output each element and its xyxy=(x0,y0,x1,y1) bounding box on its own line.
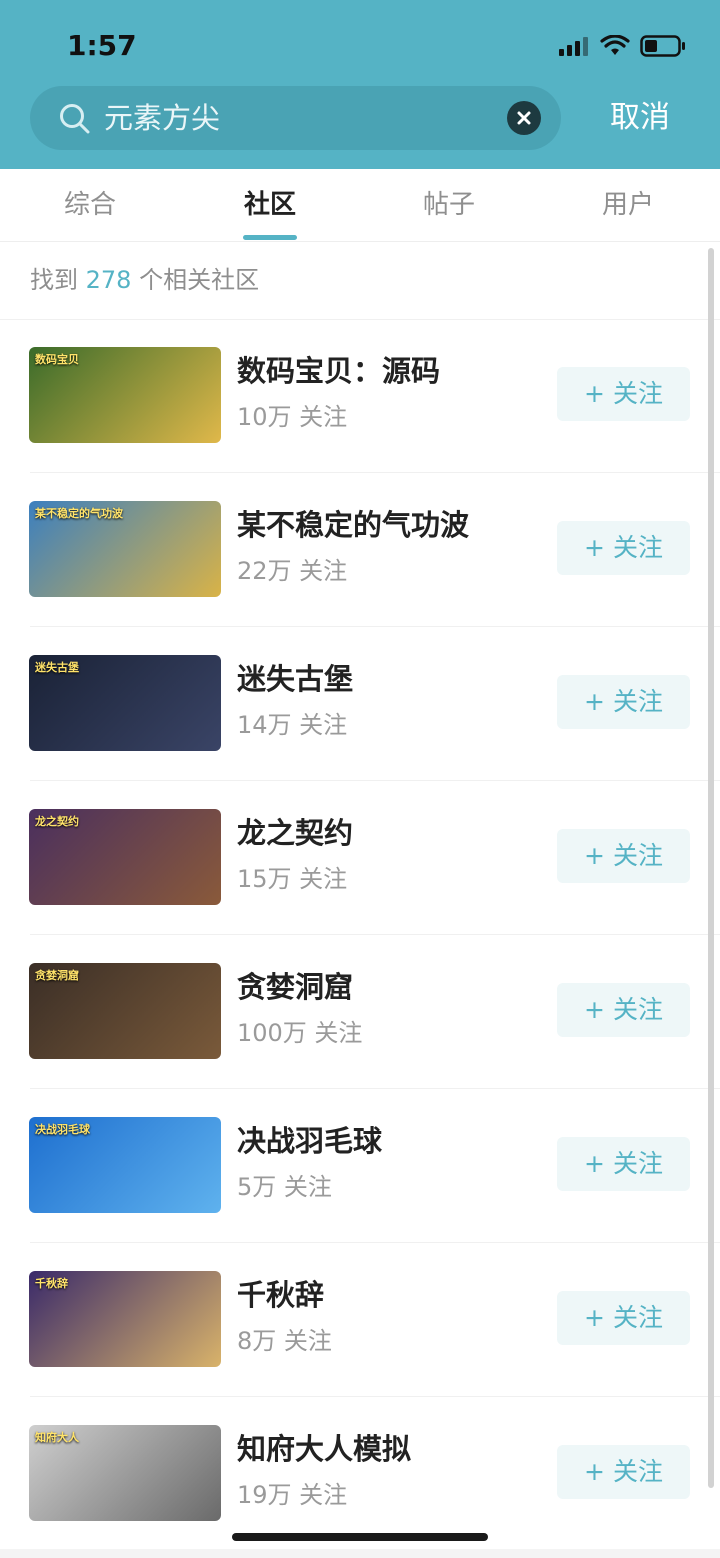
community-name[interactable]: 某不稳定的气功波 xyxy=(237,503,469,547)
follower-count: 8万 关注 xyxy=(237,1327,332,1355)
clear-icon[interactable] xyxy=(507,101,541,135)
search-query[interactable]: 元素方尖 xyxy=(104,86,220,150)
community-name[interactable]: 迷失古堡 xyxy=(237,657,353,701)
tab-users[interactable]: 用户 xyxy=(568,169,688,241)
thumbnail-logo-text: 知府大人 xyxy=(35,1431,79,1444)
community-row[interactable]: 龙之契约 龙之契约 15万 关注 + 关注 xyxy=(0,781,720,935)
follow-button[interactable]: + 关注 xyxy=(557,1137,690,1191)
community-row[interactable]: 知府大人 知府大人模拟 19万 关注 + 关注 xyxy=(0,1397,720,1551)
follower-count: 100万 关注 xyxy=(237,1019,363,1047)
search-input[interactable]: 元素方尖 xyxy=(30,86,561,150)
bottom-strip xyxy=(0,1549,720,1558)
community-thumbnail[interactable]: 数码宝贝 xyxy=(29,347,221,443)
community-row[interactable]: 千秋辞 千秋辞 8万 关注 + 关注 xyxy=(0,1243,720,1397)
cancel-button[interactable]: 取消 xyxy=(598,86,682,150)
follow-button[interactable]: + 关注 xyxy=(557,367,690,421)
community-name[interactable]: 千秋辞 xyxy=(237,1273,324,1317)
status-icons xyxy=(558,30,686,62)
thumbnail-logo-text: 某不稳定的气功波 xyxy=(35,507,123,520)
community-name[interactable]: 贪婪洞窟 xyxy=(237,965,353,1009)
follower-count: 10万 关注 xyxy=(237,403,348,431)
community-row[interactable]: 某不稳定的气功波 某不稳定的气功波 22万 关注 + 关注 xyxy=(0,473,720,627)
status-time: 1:57 xyxy=(67,29,137,62)
community-name[interactable]: 龙之契约 xyxy=(237,811,353,855)
scrollbar[interactable] xyxy=(708,248,714,1488)
community-thumbnail[interactable]: 某不稳定的气功波 xyxy=(29,501,221,597)
follower-count: 5万 关注 xyxy=(237,1173,332,1201)
result-count-suffix: 个相关社区 xyxy=(139,266,260,294)
community-row[interactable]: 贪婪洞窟 贪婪洞窟 100万 关注 + 关注 xyxy=(0,935,720,1089)
thumbnail-logo-text: 贪婪洞窟 xyxy=(35,969,79,982)
community-row[interactable]: 数码宝贝 数码宝贝：源码 10万 关注 + 关注 xyxy=(0,319,720,473)
follow-button[interactable]: + 关注 xyxy=(557,829,690,883)
follow-button[interactable]: + 关注 xyxy=(557,983,690,1037)
community-name[interactable]: 决战羽毛球 xyxy=(237,1119,382,1163)
thumbnail-logo-text: 千秋辞 xyxy=(35,1277,68,1290)
signal-icon xyxy=(559,37,588,56)
community-row[interactable]: 决战羽毛球 决战羽毛球 5万 关注 + 关注 xyxy=(0,1089,720,1243)
thumbnail-logo-text: 决战羽毛球 xyxy=(35,1123,90,1136)
thumbnail-logo-text: 数码宝贝 xyxy=(35,353,79,366)
community-row[interactable]: 迷失古堡 迷失古堡 14万 关注 + 关注 xyxy=(0,627,720,781)
tab-bar: 综合 社区 帖子 用户 xyxy=(0,169,720,242)
community-thumbnail[interactable]: 决战羽毛球 xyxy=(29,1117,221,1213)
follower-count: 22万 关注 xyxy=(237,557,348,585)
community-thumbnail[interactable]: 贪婪洞窟 xyxy=(29,963,221,1059)
result-count: 找到 278 个相关社区 xyxy=(30,242,259,318)
follow-button[interactable]: + 关注 xyxy=(557,521,690,575)
battery-icon xyxy=(640,35,685,57)
community-thumbnail[interactable]: 龙之契约 xyxy=(29,809,221,905)
community-thumbnail[interactable]: 迷失古堡 xyxy=(29,655,221,751)
tab-comprehensive[interactable]: 综合 xyxy=(30,169,150,241)
community-thumbnail[interactable]: 知府大人 xyxy=(29,1425,221,1521)
home-indicator[interactable] xyxy=(232,1533,488,1541)
tab-posts[interactable]: 帖子 xyxy=(389,169,509,241)
community-name[interactable]: 知府大人模拟 xyxy=(237,1427,411,1471)
tab-community[interactable]: 社区 xyxy=(210,169,330,241)
result-count-prefix: 找到 xyxy=(30,266,78,294)
community-thumbnail[interactable]: 千秋辞 xyxy=(29,1271,221,1367)
follow-button[interactable]: + 关注 xyxy=(557,1291,690,1345)
follower-count: 15万 关注 xyxy=(237,865,348,893)
thumbnail-logo-text: 迷失古堡 xyxy=(35,661,79,674)
search-icon xyxy=(60,104,90,134)
header: 1:57 元素方尖 取消 xyxy=(0,0,720,169)
follow-button[interactable]: + 关注 xyxy=(557,675,690,729)
follow-button[interactable]: + 关注 xyxy=(557,1445,690,1499)
active-tab-indicator xyxy=(243,235,297,240)
thumbnail-logo-text: 龙之契约 xyxy=(35,815,79,828)
result-count-number: 278 xyxy=(85,266,132,294)
wifi-icon xyxy=(600,35,630,55)
follower-count: 19万 关注 xyxy=(237,1481,348,1509)
community-name[interactable]: 数码宝贝：源码 xyxy=(237,349,440,393)
follower-count: 14万 关注 xyxy=(237,711,348,739)
